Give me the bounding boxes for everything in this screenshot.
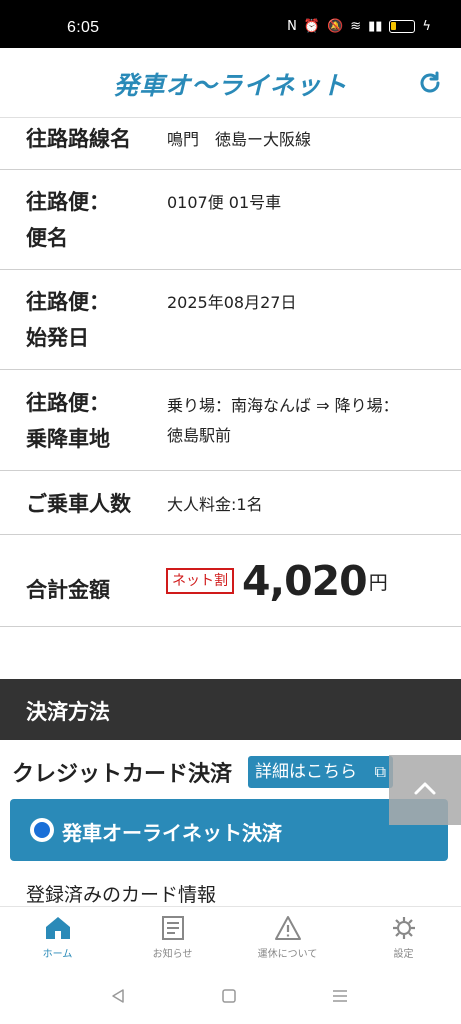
news-icon [161, 916, 184, 940]
status-time: 6:05 [67, 19, 100, 36]
departure-date-row: 往路便： 始発日 2025年08月27日 [0, 270, 461, 370]
gear-icon [392, 917, 415, 939]
payment-option-button[interactable]: 発車オーライネット決済 [10, 799, 448, 861]
tab-home-label: ホーム [42, 949, 73, 960]
chevron-up-icon [414, 782, 436, 795]
bus-name-label: 往路便： 便名 [26, 190, 110, 250]
app-header: 発車オ〜ライネット [0, 48, 461, 118]
back-icon[interactable] [110, 988, 126, 1004]
scroll-to-top-button[interactable] [389, 755, 461, 825]
stops-label: 往路便： 乗降車地 [26, 391, 110, 451]
departure-date-label: 往路便： 始発日 [26, 290, 110, 350]
tab-suspension-label: 運休について [257, 949, 318, 960]
passengers-row: ご乗車人数 大人料金:1名 [0, 471, 461, 535]
refresh-icon[interactable] [417, 70, 443, 96]
stops-row: 往路便： 乗降車地 乗り場：南海なんば ⇒ 降り場： 徳島駅前 [0, 370, 461, 471]
recents-icon[interactable] [331, 988, 349, 1004]
signal-icon: ▮▮ [368, 19, 383, 34]
status-bar: 6:05 N ⏰ 🔕 ≋ ▮▮ ϟ [0, 0, 461, 48]
currency-unit: 円 [368, 571, 388, 594]
mute-icon: 🔕 [327, 19, 344, 34]
radio-selected-icon[interactable] [30, 818, 54, 842]
charging-icon: ϟ [422, 19, 431, 34]
app-logo: 発車オ〜ライネット [113, 71, 348, 100]
tab-news-label: お知らせ [152, 949, 193, 960]
route-name-label: 往路路線名 [26, 127, 131, 151]
net-discount-badge: ネット割 [166, 568, 234, 594]
registered-card-label: 登録済みのカード情報 [26, 884, 217, 906]
credit-card-title: クレジットカード決済 [12, 762, 233, 787]
alarm-icon: ⏰ [303, 19, 321, 34]
payment-section-title: 決済方法 [26, 700, 110, 724]
payment-section-header: 決済方法 [0, 679, 461, 740]
stops-value: 乗り場：南海なんば ⇒ 降り場： 徳島駅前 [167, 396, 399, 445]
external-link-icon: ⧉ [374, 762, 386, 781]
payment-option-label: 発車オーライネット決済 [62, 821, 282, 845]
tab-settings-label: 設定 [393, 949, 414, 960]
battery-icon [389, 20, 416, 33]
total-amount: 4,020 [242, 557, 368, 605]
status-icons: N ⏰ 🔕 ≋ ▮▮ ϟ [287, 19, 431, 34]
departure-date-value: 2025年08月27日 [167, 293, 297, 312]
passengers-label: ご乗車人数 [26, 492, 131, 516]
bottom-tab-bar: ホーム お知らせ 運休について 設定 [0, 906, 461, 970]
bus-name-row: 往路便： 便名 0107便 01号車 [0, 170, 461, 270]
wifi-icon: ≋ [350, 19, 362, 34]
warning-icon [274, 916, 301, 940]
system-nav-bar [0, 970, 461, 1024]
total-price: ネット割 4,020 円 [166, 557, 388, 605]
passengers-value: 大人料金:1名 [167, 495, 263, 514]
nfc-icon: N [287, 19, 297, 34]
route-name-row: 往路路線名 鳴門 徳島ー大阪線 [0, 118, 461, 170]
total-label: 合計金額 [26, 578, 110, 602]
tab-news[interactable]: お知らせ [115, 915, 230, 960]
tab-settings[interactable]: 設定 [346, 915, 461, 960]
route-name-value: 鳴門 徳島ー大阪線 [167, 130, 312, 149]
tab-home[interactable]: ホーム [0, 915, 115, 960]
total-row: 合計金額 ネット割 4,020 円 [0, 535, 461, 627]
details-button-label: 詳細はこちら [255, 762, 357, 782]
details-button[interactable]: 詳細はこちら ⧉ [248, 756, 393, 788]
tab-suspension[interactable]: 運休について [230, 915, 345, 960]
home-icon [45, 917, 70, 939]
bus-name-value: 0107便 01号車 [167, 193, 282, 212]
home-nav-icon[interactable] [221, 988, 237, 1004]
